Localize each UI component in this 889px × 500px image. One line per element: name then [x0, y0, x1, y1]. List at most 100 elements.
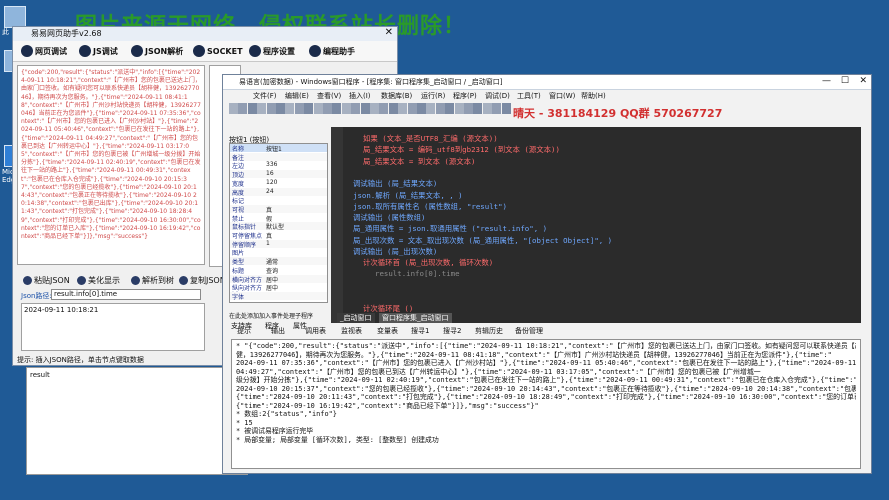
toolbar-tool-icon[interactable] [370, 103, 379, 114]
property-row[interactable]: 鼠标指针 默认型 [230, 222, 327, 231]
property-row[interactable]: 纵向对齐方式居中 [230, 283, 327, 301]
code-line[interactable]: 局_出现次数 = 文本_取出现次数 (局_通用属性, "[object Obje… [353, 235, 612, 246]
close-icon[interactable]: ✕ [385, 27, 393, 38]
property-row[interactable]: 顶边 16 [230, 170, 327, 179]
property-value[interactable]: 查询 [266, 266, 324, 275]
toolbar-tool-icon[interactable] [388, 103, 398, 114]
toolbar-tool-icon[interactable] [407, 103, 417, 114]
code-line[interactable]: 局_结果文本 = 编码_utf8到gb2312 (到文本 (源文本)) [363, 144, 560, 155]
property-row[interactable]: 标题 查询 [230, 265, 327, 275]
toolbar-tool-icon[interactable] [266, 103, 276, 114]
toolbar-tool-icon[interactable] [323, 103, 332, 114]
minimize-icon[interactable]: — [822, 76, 831, 86]
toolbar-tool-icon[interactable] [294, 103, 304, 114]
property-value[interactable]: 默认型 [266, 222, 324, 231]
toolbar-tool-icon[interactable] [238, 103, 248, 114]
toolbar-tool-icon[interactable] [435, 103, 445, 114]
toolbar-tool-icon[interactable] [454, 103, 464, 114]
code-editor[interactable]: 如果 (文本_是否UTF8_汇编 (源文本)) 局_结果文本 = 编码_utf8到… [331, 127, 861, 323]
property-row[interactable]: 停留顺序 1 [230, 239, 327, 249]
toolbar-tool-icon[interactable] [304, 103, 314, 114]
menu-insert[interactable]: 插入(I) [349, 91, 371, 101]
property-value[interactable]: 真 [266, 205, 324, 214]
toolbar-json-parse[interactable]: JSON解析 [131, 43, 183, 59]
tab-startup-window[interactable]: _启动窗口 [337, 313, 375, 323]
close-icon[interactable]: ✕ [859, 76, 867, 86]
toolbar-tool-icon[interactable] [417, 103, 426, 114]
toolbar-tool-icon[interactable] [426, 103, 436, 114]
toolbar-tool-icon[interactable] [257, 103, 267, 114]
toolbar-tool-icon[interactable] [341, 103, 351, 114]
toolbar-js-debug[interactable]: JS调试 [79, 43, 118, 59]
code-line[interactable]: 局_通用属性 = json.取通用属性 ("result.info", ) [353, 223, 547, 234]
toolbar-tool-icon[interactable] [445, 103, 455, 114]
toolbar-tool-icon[interactable] [492, 103, 502, 114]
property-value[interactable]: 居中 [266, 275, 324, 284]
menu-view[interactable]: 查看(V) [317, 91, 341, 101]
code-line[interactable]: json.取所有属性名 (属性数组, "result") [353, 201, 507, 212]
property-row[interactable]: 左边 336 [230, 161, 327, 170]
property-value[interactable]: 按钮1 [266, 144, 324, 153]
property-value[interactable]: 通常 [266, 257, 324, 266]
toolbar-tool-icon[interactable] [464, 103, 473, 114]
output-tab[interactable]: 输出 [271, 326, 285, 336]
menu-program[interactable]: 程序(P) [453, 91, 477, 101]
property-value[interactable]: 16 [266, 170, 324, 177]
toolbar-tool-icon[interactable] [351, 103, 361, 114]
toolbar-tool-icon[interactable] [332, 103, 342, 114]
menu-help[interactable]: 帮助(H) [581, 91, 606, 101]
property-row[interactable]: 名称 按钮1 [230, 144, 327, 153]
json-path-input[interactable]: result.info[0].time [51, 289, 201, 300]
property-row[interactable]: 宽度 120 [230, 178, 327, 188]
property-value[interactable]: 1 [266, 240, 324, 247]
toolbar-tool-icon[interactable] [501, 103, 511, 114]
copy-json-button[interactable]: 复制JSON [179, 273, 226, 287]
code-line[interactable]: 计次循环首 (局_出现次数, 循环次数) [363, 257, 493, 268]
property-value[interactable]: 24 [266, 188, 324, 195]
menu-file[interactable]: 文件(F) [253, 91, 277, 101]
code-line[interactable]: json.解析 (局_结果文本, , ) [353, 190, 463, 201]
property-value[interactable]: 居中 [266, 283, 324, 292]
property-value[interactable]: 真 [266, 231, 324, 240]
property-value[interactable]: 120 [266, 179, 324, 186]
output-tab[interactable]: 变量表 [377, 326, 398, 336]
property-row[interactable]: 可停留焦点真 [230, 231, 327, 240]
output-tab[interactable]: 搜寻1 [411, 326, 429, 336]
property-row[interactable]: 高度 24 [230, 187, 327, 197]
toolbar-tool-icon[interactable] [398, 103, 408, 114]
property-row[interactable]: 可视 真 [230, 204, 327, 214]
beautify-button[interactable]: 美化显示 [77, 273, 120, 287]
parse-to-tree-button[interactable]: 解析到树 [131, 273, 174, 287]
property-row[interactable]: 禁止 假 [230, 213, 327, 223]
event-hint[interactable]: 在此处添加加入事件处理子程序 [229, 311, 313, 320]
toolbar-tool-icon[interactable] [360, 103, 370, 114]
toolbar-tool-icon[interactable] [276, 103, 285, 114]
property-row[interactable]: 备注 [230, 152, 327, 162]
property-value[interactable]: 336 [266, 161, 324, 168]
tab-window-assembly[interactable]: 窗口程序集_启动窗口 [379, 313, 452, 323]
paste-json-button[interactable]: 粘贴JSON [23, 273, 70, 287]
property-value[interactable]: 假 [266, 214, 324, 223]
toolbar-web-debug[interactable]: 网页调试 [21, 43, 67, 59]
desktop-icon[interactable] [4, 6, 26, 28]
toolbar-coding-assistant[interactable]: 编程助手 [309, 43, 355, 59]
output-tab[interactable]: 搜寻2 [443, 326, 461, 336]
toolbar-tool-icon[interactable] [379, 103, 389, 114]
code-line[interactable]: 计次循环尾 () [363, 303, 413, 314]
code-line[interactable]: 调试输出 (局_出现次数) [353, 246, 437, 257]
toolbar-tool-icon[interactable] [482, 103, 492, 114]
output-tab[interactable]: 备份管理 [515, 326, 543, 336]
menu-tools[interactable]: 工具(T) [517, 91, 541, 101]
code-line[interactable]: 调试输出 (局_结果文本) [353, 178, 437, 189]
menu-debug[interactable]: 调试(D) [485, 91, 510, 101]
code-line[interactable]: 调试输出 (属性数组) [353, 212, 425, 223]
menu-edit[interactable]: 编辑(E) [285, 91, 309, 101]
output-tab[interactable]: 提示 [237, 326, 251, 336]
output-tab[interactable]: 调用表 [305, 326, 326, 336]
code-line[interactable]: result.info[0].time [375, 269, 460, 278]
menu-run[interactable]: 运行(R) [421, 91, 445, 101]
property-row[interactable]: 图片 [230, 248, 327, 257]
toolbar-tool-icon[interactable] [285, 103, 295, 114]
property-row[interactable]: 横向对齐方式居中 [230, 274, 327, 293]
toolbar-settings[interactable]: 程序设置 [249, 43, 295, 59]
